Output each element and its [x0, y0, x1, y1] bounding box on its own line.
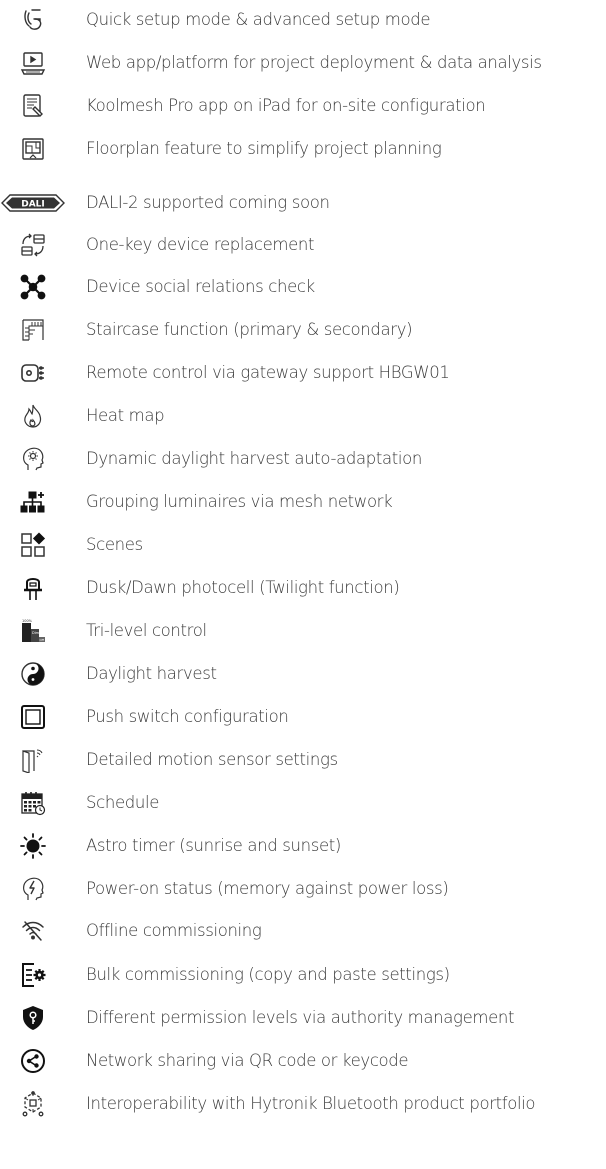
- list-item: Heat map: [0, 399, 606, 433]
- social-relations-icon: [20, 274, 46, 300]
- tri-level-icon: 100% Dim Off: [20, 618, 46, 644]
- feature-label: Quick setup mode & advanced setup mode: [86, 10, 431, 29]
- ipad-app-icon: [20, 93, 46, 119]
- list-item: 100% Dim Off Tri-level control: [0, 614, 606, 648]
- list-item: Dusk/Dawn photocell (Twilight function): [0, 571, 606, 605]
- list-item: Remote control via gateway support HBGW0…: [0, 356, 606, 390]
- dali-logo-text: DALI: [21, 200, 45, 210]
- push-switch-icon: [20, 704, 46, 730]
- feature-label: Schedule: [86, 793, 160, 812]
- heat-map-flame-icon: [20, 403, 46, 429]
- mesh-grouping-icon: [20, 489, 46, 515]
- list-item: DALI DALI-2 supported coming soon: [0, 186, 606, 220]
- list-item: Staircase function (primary & secondary): [0, 313, 606, 347]
- list-item: Offline commissioning: [0, 914, 606, 948]
- feature-label: Device social relations check: [86, 277, 315, 296]
- feature-label: Offline commissioning: [86, 921, 262, 940]
- dali-logo-icon: DALI: [0, 190, 66, 216]
- list-item: Power-on status (memory against power lo…: [0, 872, 606, 906]
- list-item: Scenes: [0, 528, 606, 562]
- feature-label: Push switch configuration: [86, 707, 289, 726]
- staircase-icon: [20, 317, 46, 343]
- list-item: Daylight harvest: [0, 657, 606, 691]
- feature-label: Network sharing via QR code or keycode: [86, 1051, 409, 1070]
- feature-label: Daylight harvest: [86, 664, 217, 683]
- daylight-harvest-icon: [20, 661, 46, 687]
- feature-label: Power-on status (memory against power lo…: [86, 879, 449, 898]
- floorplan-icon: [20, 136, 46, 162]
- network-share-icon: [20, 1048, 46, 1074]
- web-app-computer-icon: [20, 50, 46, 76]
- feature-label: Dusk/Dawn photocell (Twilight function): [86, 578, 400, 597]
- feature-label: Bulk commissioning (copy and paste setti…: [86, 965, 450, 984]
- list-item: Astro timer (sunrise and sunset): [0, 829, 606, 863]
- offline-wifi-icon: [20, 918, 46, 944]
- list-item: Koolmesh Pro app on iPad for on-site con…: [0, 89, 606, 123]
- photocell-icon: [20, 575, 46, 601]
- feature-label: Astro timer (sunrise and sunset): [86, 836, 341, 855]
- tri-level-top-text: 100%: [22, 619, 33, 623]
- schedule-calendar-icon: [20, 790, 46, 816]
- gateway-remote-icon: [20, 360, 46, 386]
- feature-label: Staircase function (primary & secondary): [86, 320, 413, 339]
- scenes-icon: [20, 532, 46, 558]
- list-item: Interoperability with Hytronik Bluetooth…: [0, 1087, 606, 1121]
- list-item: Detailed motion sensor settings: [0, 743, 606, 777]
- feature-label: Heat map: [86, 406, 165, 425]
- list-item: Quick setup mode & advanced setup mode: [0, 3, 606, 37]
- feature-label: Grouping luminaires via mesh network: [86, 492, 393, 511]
- daylight-adaptation-head-icon: [20, 446, 46, 472]
- feature-label: Detailed motion sensor settings: [86, 750, 338, 769]
- list-item: Network sharing via QR code or keycode: [0, 1044, 606, 1078]
- quick-setup-icon: [20, 7, 46, 33]
- feature-label: Floorplan feature to simplify project pl…: [86, 139, 442, 158]
- list-item: Web app/platform for project deployment …: [0, 46, 606, 80]
- list-item: Bulk commissioning (copy and paste setti…: [0, 958, 606, 992]
- bulk-settings-icon: [20, 962, 46, 988]
- feature-label: Tri-level control: [86, 621, 207, 640]
- list-item: Push switch configuration: [0, 700, 606, 734]
- feature-label: Different permission levels via authorit…: [86, 1008, 515, 1027]
- feature-label: One-key device replacement: [86, 235, 315, 254]
- interoperability-icon: [20, 1091, 46, 1117]
- feature-label: Scenes: [86, 535, 143, 554]
- feature-label: DALI-2 supported coming soon: [86, 193, 330, 212]
- motion-sensor-icon: [20, 747, 46, 773]
- astro-sun-icon: [20, 833, 46, 859]
- list-item: Schedule: [0, 786, 606, 820]
- feature-label: Remote control via gateway support HBGW0…: [86, 363, 450, 382]
- permission-shield-icon: [20, 1005, 46, 1031]
- list-item: Grouping luminaires via mesh network: [0, 485, 606, 519]
- device-replacement-icon: [20, 232, 46, 258]
- feature-label: Dynamic daylight harvest auto-adaptation: [86, 449, 422, 468]
- list-item: Dynamic daylight harvest auto-adaptation: [0, 442, 606, 476]
- feature-label: Web app/platform for project deployment …: [86, 53, 542, 72]
- power-on-status-icon: [20, 876, 46, 902]
- feature-label: Koolmesh Pro app on iPad for on-site con…: [86, 96, 486, 115]
- list-item: One-key device replacement: [0, 228, 606, 262]
- list-item: Different permission levels via authorit…: [0, 1001, 606, 1035]
- feature-label: Interoperability with Hytronik Bluetooth…: [86, 1094, 536, 1113]
- tri-level-dim-text: Dim: [32, 631, 40, 635]
- list-item: Floorplan feature to simplify project pl…: [0, 132, 606, 166]
- list-item: Device social relations check: [0, 270, 606, 304]
